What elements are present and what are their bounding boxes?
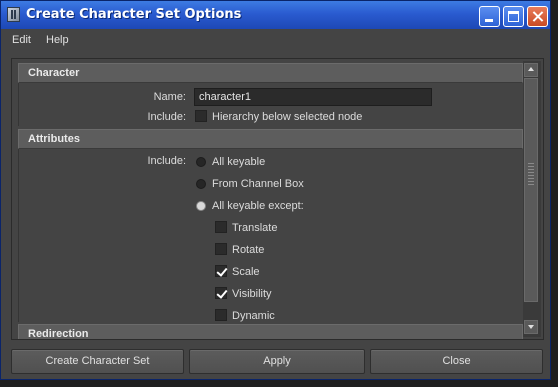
apply-button[interactable]: Apply <box>189 349 365 374</box>
maya-app-icon <box>7 7 20 22</box>
scroll-thumb[interactable] <box>524 78 538 302</box>
attr-include-label: Include: <box>147 155 186 167</box>
section-header-character[interactable]: Character <box>18 63 523 83</box>
menu-help[interactable]: Help <box>46 34 69 46</box>
radio-all-keyable-except-label: All keyable except: <box>212 200 304 212</box>
translate-checkbox[interactable] <box>215 221 227 233</box>
translate-label: Translate <box>232 222 278 234</box>
section-title-attributes: Attributes <box>28 133 80 145</box>
options-scroll-panel: Character Name: character1 Include: Hier… <box>11 58 544 340</box>
create-character-set-button[interactable]: Create Character Set <box>11 349 184 374</box>
radio-all-keyable-label: All keyable <box>212 156 266 168</box>
desktop-background <box>551 0 558 387</box>
radio-all-keyable-except[interactable] <box>196 201 206 211</box>
radio-from-channel-box-label: From Channel Box <box>212 178 304 190</box>
radio-from-channel-box[interactable] <box>196 179 206 189</box>
section-title-character: Character <box>28 67 80 79</box>
window-title: Create Character Set Options <box>26 7 242 22</box>
dynamic-label: Dynamic <box>232 310 275 322</box>
section-body-character: Name: character1 Include: Hierarchy belo… <box>18 83 523 126</box>
hierarchy-label: Hierarchy below selected node <box>212 111 363 123</box>
minimize-icon[interactable] <box>479 6 500 27</box>
include-label: Include: <box>147 111 186 123</box>
close-icon[interactable] <box>527 6 548 27</box>
name-field[interactable]: character1 <box>194 88 432 106</box>
maximize-icon[interactable] <box>503 6 524 27</box>
section-title-redirection: Redirection <box>28 328 89 340</box>
section-header-redirection[interactable]: Redirection <box>18 324 523 340</box>
menu-bar: Edit Help <box>1 29 550 51</box>
rotate-checkbox[interactable] <box>215 243 227 255</box>
close-button[interactable]: Close <box>370 349 543 374</box>
scale-checkbox[interactable] <box>215 265 227 277</box>
menu-edit[interactable]: Edit <box>12 34 31 46</box>
section-header-attributes[interactable]: Attributes <box>18 129 523 149</box>
scale-label: Scale <box>232 266 260 278</box>
dynamic-checkbox[interactable] <box>215 309 227 321</box>
visibility-label: Visibility <box>232 288 272 300</box>
options-window: Create Character Set Options Edit Help C… <box>0 0 551 380</box>
visibility-checkbox[interactable] <box>215 287 227 299</box>
title-bar[interactable]: Create Character Set Options <box>1 1 550 29</box>
name-label: Name: <box>153 91 186 103</box>
vertical-scrollbar[interactable] <box>523 61 541 337</box>
radio-all-keyable[interactable] <box>196 157 206 167</box>
scroll-down-arrow-icon[interactable] <box>524 320 538 334</box>
rotate-label: Rotate <box>232 244 265 256</box>
scroll-grip-icon <box>528 163 534 187</box>
hierarchy-checkbox[interactable] <box>195 110 207 122</box>
scroll-up-arrow-icon[interactable] <box>524 63 538 77</box>
section-body-attributes: Include: All keyable From Channel Box Al… <box>18 149 523 322</box>
